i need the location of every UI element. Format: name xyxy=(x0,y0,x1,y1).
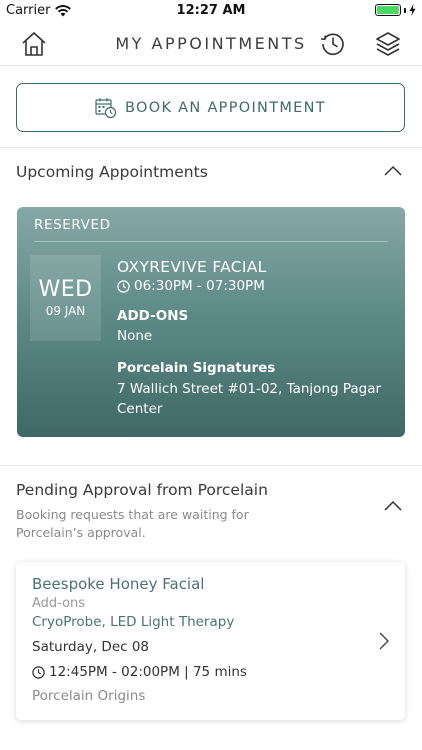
upcoming-section-title: Upcoming Appointments xyxy=(16,163,208,181)
pending-time-text: 12:45PM - 02:00PM | 75 mins xyxy=(49,664,247,680)
pending-time: 12:45PM - 02:00PM | 75 mins xyxy=(32,664,247,680)
clock-icon xyxy=(117,279,130,293)
venue-address: 7 Wallich Street #01-02, Tanjong Pagar C… xyxy=(117,381,382,417)
pending-date: Saturday, Dec 08 xyxy=(32,639,150,655)
collapse-pending-chevron-up-icon[interactable] xyxy=(384,500,402,512)
page-title: MY APPOINTMENTS xyxy=(115,34,307,53)
book-appointment-button[interactable]: BOOK AN APPOINTMENT xyxy=(16,83,405,132)
appointment-date: 09 JAN xyxy=(45,304,86,318)
charging-bolt-icon xyxy=(409,4,416,16)
battery-icon xyxy=(375,4,401,16)
history-icon[interactable] xyxy=(319,30,347,58)
divider xyxy=(0,465,422,466)
battery-fill xyxy=(377,6,399,14)
date-box: WED 09 JAN xyxy=(30,255,101,341)
pending-addons-value: CryoProbe, LED Light Therapy xyxy=(32,614,235,630)
treatment-time: 06:30PM - 07:30PM xyxy=(117,278,265,294)
chevron-right-icon[interactable] xyxy=(379,632,389,650)
status-bar: Carrier 12:27 AM xyxy=(0,0,422,22)
status-badge: RESERVED xyxy=(34,217,111,233)
status-right xyxy=(375,4,416,16)
battery-cap xyxy=(404,7,406,13)
pending-section-title: Pending Approval from Porcelain xyxy=(16,481,268,499)
pending-appointment-card[interactable]: Beespoke Honey Facial Add-ons CryoProbe,… xyxy=(16,562,405,720)
addons-label: ADD-ONS xyxy=(117,308,189,324)
pending-treatment-name: Beespoke Honey Facial xyxy=(32,575,205,593)
card-divider xyxy=(34,241,388,242)
treatment-name: OXYREVIVE FACIAL xyxy=(117,258,267,276)
pending-venue: Porcelain Origins xyxy=(32,688,146,704)
treatment-time-text: 06:30PM - 07:30PM xyxy=(134,278,265,294)
reserved-appointment-card[interactable]: RESERVED WED 09 JAN OXYREVIVE FACIAL 06:… xyxy=(17,207,405,437)
appointment-day: WED xyxy=(38,277,93,302)
pending-addons-label: Add-ons xyxy=(32,596,86,611)
collapse-upcoming-chevron-up-icon[interactable] xyxy=(384,165,402,177)
venue-name: Porcelain Signatures xyxy=(117,360,276,376)
addons-value: None xyxy=(117,328,153,344)
layers-icon[interactable] xyxy=(374,30,402,58)
pending-section-subtitle: Booking requests that are waiting for Po… xyxy=(16,507,249,540)
nav-bar: MY APPOINTMENTS xyxy=(0,22,422,66)
clock-icon xyxy=(32,665,45,679)
divider xyxy=(0,147,422,148)
calendar-clock-icon xyxy=(95,97,117,118)
book-appointment-label: BOOK AN APPOINTMENT xyxy=(125,99,326,116)
status-time: 12:27 AM xyxy=(176,3,246,18)
